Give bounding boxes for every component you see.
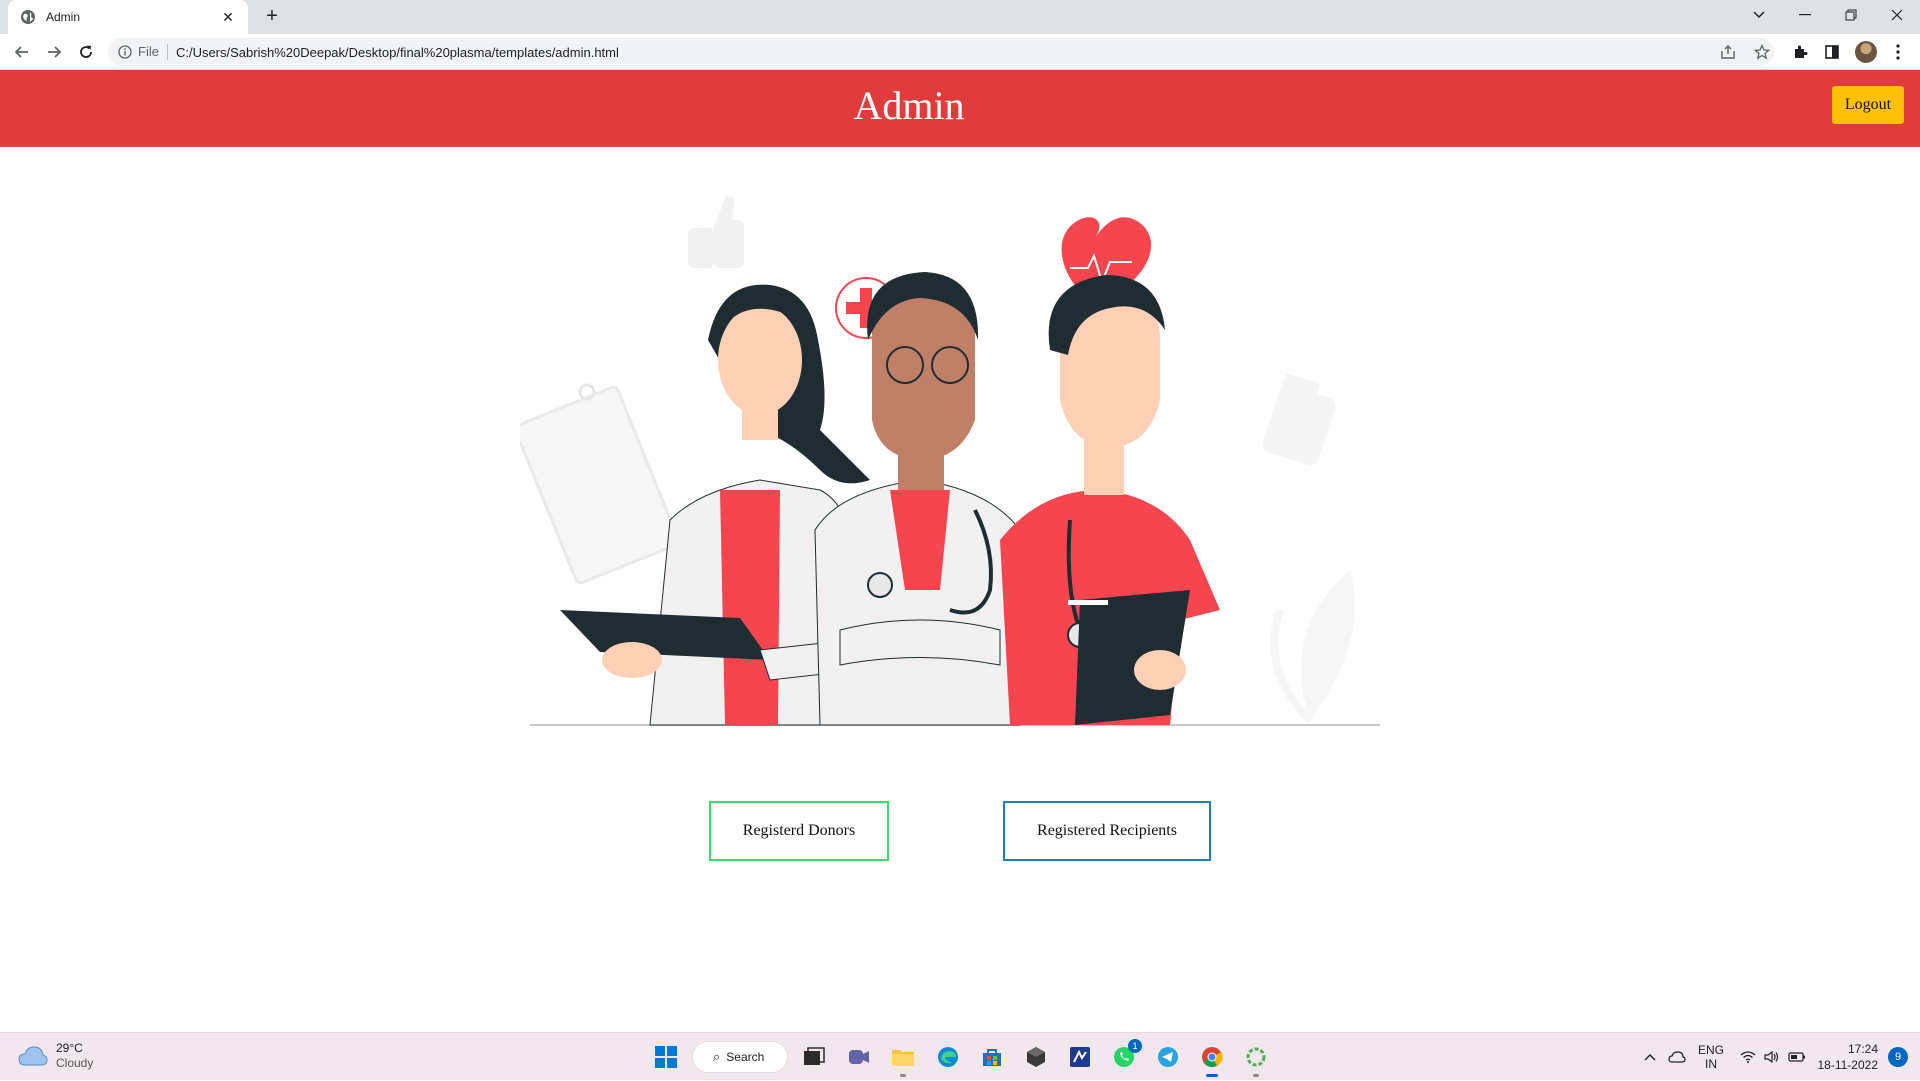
bookmark-star-icon[interactable] — [1750, 40, 1774, 64]
teams-chat-icon[interactable] — [845, 1043, 873, 1071]
thumbs-up-icon — [688, 195, 744, 268]
page-content: Admin Logout Registerd Donors Registered… — [0, 70, 1920, 1032]
reload-icon — [80, 45, 92, 58]
plant-icon — [1270, 570, 1355, 723]
telegram-icon[interactable] — [1154, 1043, 1182, 1071]
menu-dots-icon[interactable] — [1886, 40, 1910, 64]
back-button[interactable] — [10, 40, 34, 64]
profile-avatar[interactable] — [1854, 40, 1878, 64]
tab-close-icon[interactable]: ✕ — [220, 9, 236, 26]
windows-taskbar: 29°C Cloudy ⌕ Search 1 ENG IN 17:24 18-1… — [0, 1032, 1920, 1080]
onedrive-icon[interactable] — [1668, 1033, 1686, 1081]
globe-icon — [21, 10, 35, 24]
battery-icon[interactable] — [1788, 1033, 1806, 1081]
lang-line1: ENG — [1698, 1043, 1725, 1057]
language-indicator[interactable]: ENG IN — [1698, 1033, 1724, 1081]
side-panel-icon[interactable] — [1820, 40, 1844, 64]
url-scheme: File — [138, 44, 168, 60]
system-clock[interactable]: 17:24 18-11-2022 — [1818, 1041, 1879, 1073]
code-editor-icon[interactable] — [1066, 1043, 1094, 1071]
clipboard-icon — [520, 383, 680, 585]
browser-tab[interactable]: Admin ✕ — [8, 0, 248, 34]
registered-recipients-button[interactable]: Registered Recipients — [1003, 801, 1211, 861]
share-icon[interactable] — [1716, 40, 1740, 64]
clock-time: 17:24 — [1847, 1042, 1878, 1056]
weather-widget[interactable]: 29°C Cloudy — [18, 1041, 93, 1071]
cube-app-icon[interactable] — [1022, 1043, 1050, 1071]
lang-line2: IN — [1705, 1057, 1717, 1071]
nurse-figure — [1000, 275, 1220, 725]
whatsapp-icon[interactable]: 1 — [1110, 1039, 1142, 1071]
taskbar-search[interactable]: ⌕ Search — [692, 1041, 788, 1073]
clock-date: 18-11-2022 — [1817, 1058, 1879, 1072]
search-icon: ⌕ — [713, 1049, 721, 1064]
forward-button[interactable] — [42, 40, 66, 64]
new-tab-button[interactable]: + — [260, 5, 284, 29]
browser-toolbar: File C:/Users/Sabrish%20Deepak/Desktop/f… — [0, 34, 1920, 70]
address-bar[interactable]: File C:/Users/Sabrish%20Deepak/Desktop/f… — [108, 38, 1774, 66]
windows-logo-icon — [655, 1046, 677, 1068]
whatsapp-badge: 1 — [1128, 1039, 1142, 1053]
page-title: Admin — [853, 83, 965, 128]
info-icon[interactable] — [118, 45, 132, 59]
weather-temperature: 29°C — [56, 1041, 83, 1055]
arrow-right-icon — [48, 46, 62, 58]
pill-bottle-icon — [1262, 373, 1336, 466]
volume-icon[interactable] — [1764, 1033, 1780, 1081]
close-window-button[interactable] — [1874, 0, 1920, 30]
logout-button[interactable]: Logout — [1832, 86, 1904, 124]
show-hidden-icons[interactable] — [1644, 1033, 1656, 1081]
edge-browser-icon[interactable] — [934, 1043, 962, 1071]
arrow-left-icon — [14, 46, 28, 58]
extensions-icon[interactable] — [1788, 40, 1812, 64]
notification-count-badge[interactable]: 9 — [1888, 1047, 1908, 1067]
chrome-icon[interactable] — [1198, 1043, 1226, 1077]
url-text[interactable]: C:/Users/Sabrish%20Deepak/Desktop/final%… — [176, 45, 619, 60]
minimize-button[interactable] — [1782, 0, 1828, 30]
task-view-icon[interactable] — [800, 1043, 828, 1071]
search-label: Search — [726, 1050, 765, 1064]
restore-button[interactable] — [1828, 0, 1874, 30]
tab-title: Admin — [46, 10, 81, 24]
avatar — [1855, 41, 1877, 63]
browser-tab-bar: Admin ✕ + — [0, 0, 1920, 34]
wifi-icon[interactable] — [1740, 1033, 1756, 1081]
weather-condition: Cloudy — [56, 1056, 94, 1070]
circular-app-icon[interactable] — [1242, 1043, 1270, 1077]
registered-donors-button[interactable]: Registerd Donors — [709, 801, 889, 861]
cloud-icon — [18, 1046, 48, 1066]
file-explorer-icon[interactable] — [889, 1043, 917, 1077]
center-doctor-figure — [814, 272, 1021, 726]
admin-header: Admin Logout — [0, 70, 1920, 147]
microsoft-store-icon[interactable] — [978, 1043, 1006, 1071]
start-button[interactable] — [652, 1043, 680, 1071]
doctors-illustration — [520, 195, 1380, 726]
reload-button[interactable] — [74, 40, 98, 64]
tab-search-icon[interactable] — [1736, 0, 1782, 30]
